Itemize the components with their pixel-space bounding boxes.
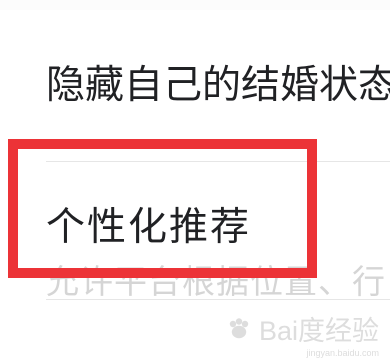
setting-hide-marital-status-label: 隐藏自己的结婚状态 [46,63,390,108]
divider [46,299,390,300]
watermark-text: Bai度经验 [258,316,379,346]
top-edge [0,0,390,10]
watermark-subtext: jingyan.baidu.com [306,348,379,358]
divider [46,161,390,162]
paw-icon [225,315,253,343]
setting-personalized-recommendation-description: 允许平台根据位置、行 [46,262,386,301]
watermark: Bai度经验 jingyan.baidu.com [225,309,379,358]
setting-personalized-recommendation-label[interactable]: 个性化推荐 [46,196,251,252]
